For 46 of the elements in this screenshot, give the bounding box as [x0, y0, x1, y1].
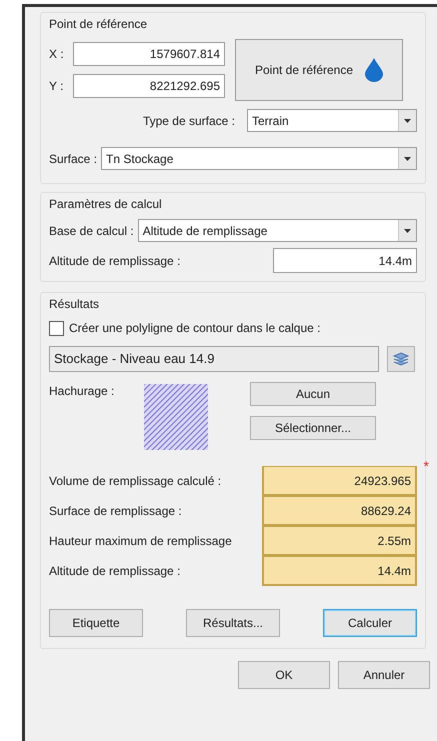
dropdown[interactable]: Terrain: [247, 109, 417, 132]
group-title: Paramètres de calcul: [49, 196, 163, 213]
layer-field[interactable]: Stockage - Niveau eau 14.9: [49, 346, 379, 372]
button[interactable]: Sélectionner...: [250, 416, 376, 440]
y-input[interactable]: 8221292.695: [73, 74, 225, 98]
pick-point-button[interactable]: Point de référence: [235, 39, 403, 101]
result-label: Altitude de remplissage :: [49, 563, 180, 580]
altitude-input[interactable]: 14.4m: [273, 248, 417, 273]
button[interactable]: Annuler: [338, 661, 430, 689]
result-value: 2.55m: [262, 526, 417, 556]
hatch-label: Hachurage :: [49, 383, 116, 400]
x-label: X :: [49, 46, 65, 63]
caret-icon: [404, 156, 411, 160]
x-input[interactable]: 1579607.814: [73, 42, 225, 66]
result-value: 14.4m: [262, 556, 417, 586]
caret-icon: [404, 118, 411, 122]
button[interactable]: Calculer: [323, 609, 417, 637]
dropdown[interactable]: Altitude de remplissage: [138, 219, 417, 242]
dropdown-button[interactable]: [398, 148, 416, 169]
group-title: Résultats: [49, 296, 100, 313]
dropdown-button[interactable]: [398, 110, 416, 131]
result-label: Hauteur maximum de remplissage: [49, 533, 232, 550]
calc-base-label: Base de calcul :: [49, 222, 134, 240]
y-label: Y :: [49, 78, 64, 95]
surface-type-label: Type de surface :: [142, 112, 235, 130]
button[interactable]: Etiquette: [49, 609, 143, 637]
button[interactable]: OK: [238, 661, 330, 689]
result-label: Surface de remplissage :: [49, 503, 182, 520]
checkbox-label: Créer une polyligne de contour dans le calque :: [69, 320, 320, 337]
button[interactable]: Résultats...: [186, 609, 280, 637]
caret-icon: [404, 228, 411, 232]
result-value: 88629.24: [262, 496, 417, 526]
required-marker: *: [424, 457, 429, 476]
hatch-pattern-preview: [144, 384, 208, 450]
button[interactable]: Aucun: [250, 382, 376, 406]
layers-icon: [393, 352, 409, 366]
altitude-label: Altitude de remplissage :: [49, 252, 180, 270]
result-label: Volume de remplissage calculé :: [49, 473, 222, 490]
group-title: Point de référence: [49, 16, 148, 33]
water-drop-icon: [365, 58, 384, 82]
surface-label: Surface :: [49, 150, 98, 168]
result-value: 24923.965: [262, 466, 417, 496]
checkbox[interactable]: [49, 320, 64, 336]
dropdown-button[interactable]: [398, 220, 416, 241]
dropdown[interactable]: Tn Stockage: [101, 147, 417, 170]
layers-button[interactable]: [387, 346, 415, 372]
